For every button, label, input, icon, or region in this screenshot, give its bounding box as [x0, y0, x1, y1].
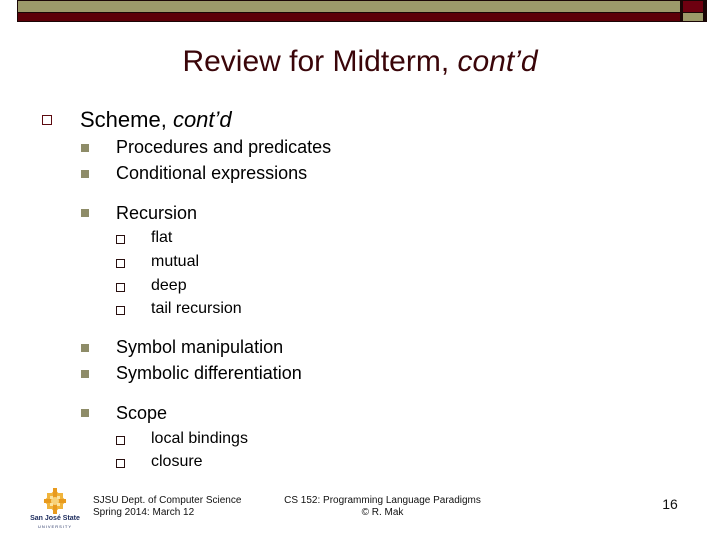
- filled-square-bullet-icon: [81, 370, 89, 378]
- sub-bullet-mutual: mutual: [151, 253, 200, 270]
- bullet-symbol-manipulation: Symbol manipulation: [116, 337, 284, 357]
- sub-bullet-local-bindings: local bindings: [151, 430, 248, 447]
- small-hollow-square-bullet-icon: [116, 283, 125, 292]
- footer-course: CS 152: Programming Language Paradigms: [284, 495, 481, 506]
- bullet-recursion: Recursion: [116, 203, 198, 223]
- slide-title-italic: cont’d: [457, 45, 538, 78]
- header-olive-stripe: [18, 1, 680, 12]
- footer-center: CS 152: Programming Language Paradigms ©…: [260, 495, 505, 519]
- hollow-square-bullet-icon: [42, 115, 52, 125]
- header-maroon-stripe: [18, 13, 680, 21]
- bullet-text-italic: cont’d: [172, 107, 232, 132]
- bullet-symbolic-differentiation: Symbolic differentiation: [116, 363, 302, 383]
- slide-title-main: Review for Midterm,: [182, 45, 458, 78]
- header-maroon-square: [683, 1, 703, 12]
- page-number: 16: [662, 496, 678, 512]
- sub-bullet-tail-recursion: tail recursion: [151, 300, 242, 317]
- slide-title: Review for Midterm, cont’d: [0, 42, 720, 82]
- small-hollow-square-bullet-icon: [116, 436, 125, 445]
- footer-date: Spring 2014: March 12: [93, 507, 195, 518]
- sub-bullet-flat: flat: [151, 229, 173, 246]
- header-olive-square: [683, 13, 703, 21]
- filled-square-bullet-icon: [81, 209, 89, 217]
- filled-square-bullet-icon: [81, 144, 89, 152]
- small-hollow-square-bullet-icon: [116, 235, 125, 244]
- sjsu-sun-icon: [43, 488, 67, 514]
- sub-bullet-closure: closure: [151, 453, 203, 470]
- logo-text: San José State: [30, 515, 80, 522]
- small-hollow-square-bullet-icon: [116, 459, 125, 468]
- bullet-procedures: Procedures and predicates: [116, 137, 332, 157]
- bullet-level1-scheme: Scheme, cont’d: [80, 107, 232, 133]
- footer-left: SJSU Dept. of Computer Science Spring 20…: [93, 495, 241, 519]
- sub-bullet-deep: deep: [151, 277, 187, 294]
- filled-square-bullet-icon: [81, 344, 89, 352]
- header-decoration-bar: [17, 0, 707, 22]
- footer-department: SJSU Dept. of Computer Science: [93, 495, 242, 506]
- footer-copyright: © R. Mak: [361, 507, 404, 518]
- bullet-text: Scheme,: [80, 107, 173, 132]
- bullet-conditional: Conditional expressions: [116, 163, 308, 183]
- small-hollow-square-bullet-icon: [116, 306, 125, 315]
- filled-square-bullet-icon: [81, 170, 89, 178]
- sjsu-logo: San José State UNIVERSITY: [30, 487, 80, 529]
- logo-subtext: UNIVERSITY: [37, 524, 72, 529]
- small-hollow-square-bullet-icon: [116, 259, 125, 268]
- filled-square-bullet-icon: [81, 409, 89, 417]
- bullet-scope: Scope: [116, 403, 168, 423]
